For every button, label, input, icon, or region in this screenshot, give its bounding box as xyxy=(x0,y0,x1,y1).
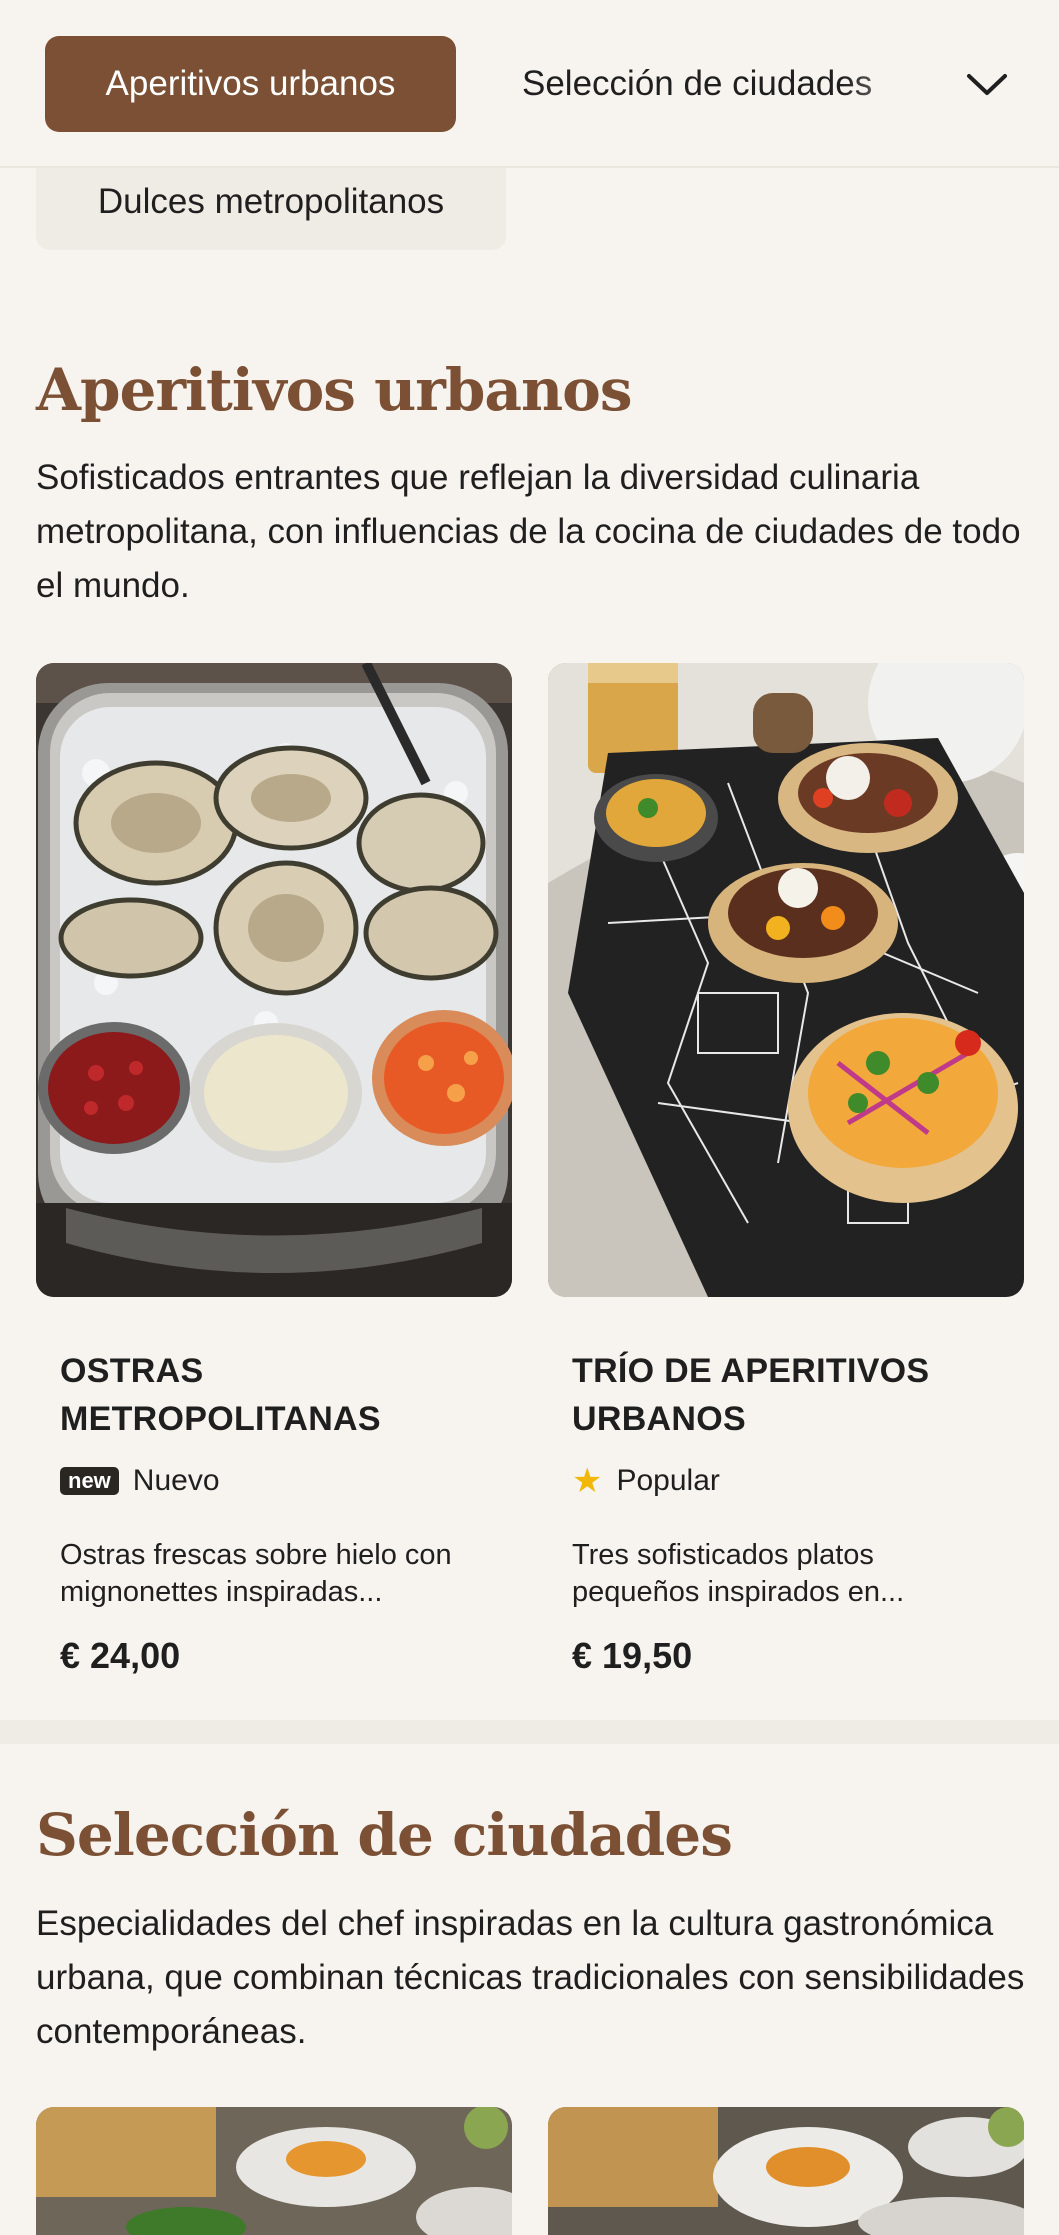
tab-label: Selección de ciudades xyxy=(522,64,873,103)
tab-label: Aperitivos urbanos xyxy=(105,64,396,103)
star-icon: ★ xyxy=(572,1462,603,1500)
menu-item-card[interactable] xyxy=(36,2107,512,2235)
badge-label: Popular xyxy=(616,1464,720,1497)
category-nav: Aperitivos urbanos Selección de ciudades xyxy=(0,0,1059,168)
menu-item-description: Tres sofisticados platos pequeños inspir… xyxy=(572,1539,905,1608)
badge-label: Nuevo xyxy=(132,1464,220,1497)
menu-item-image[interactable] xyxy=(36,2107,512,2235)
menu-item-price: € 24,00 xyxy=(60,1635,181,1676)
menu-item-badge: new Nuevo xyxy=(60,1461,488,1501)
menu-item-card[interactable]: OSTRAS METROPOLITANAS new Nuevo Ostras f… xyxy=(36,663,512,1677)
menu-item-image[interactable] xyxy=(548,2107,1024,2235)
tab-label: Dulces metropolitanos xyxy=(97,182,445,221)
section-title: Aperitivos urbanos xyxy=(36,356,632,424)
menu-item-price: € 19,50 xyxy=(572,1635,693,1676)
section-title: Selección de ciudades xyxy=(36,1801,733,1869)
chevron-down-icon[interactable] xyxy=(962,60,1012,110)
menu-item-image[interactable] xyxy=(36,663,512,1297)
menu-item-card[interactable]: TRÍO DE APERITIVOS URBANOS ★ Popular Tre… xyxy=(548,663,1024,1677)
section-description: Sofisticados entrantes que reflejan la d… xyxy=(36,458,1021,605)
section-divider xyxy=(0,1720,1059,1744)
menu-item-card[interactable] xyxy=(548,2107,1024,2235)
menu-item-description: Ostras frescas sobre hielo con mignonett… xyxy=(60,1539,452,1608)
menu-item-badge: ★ Popular xyxy=(572,1461,1000,1501)
new-tag: new xyxy=(60,1467,119,1495)
tab-seleccion-de-ciudades[interactable]: Selección de ciudades xyxy=(522,36,922,132)
section-description: Especialidades del chef inspiradas en la… xyxy=(36,1904,1025,2051)
menu-item-title: OSTRAS METROPOLITANAS xyxy=(60,1352,381,1438)
menu-item-title: TRÍO DE APERITIVOS URBANOS xyxy=(572,1352,930,1438)
menu-item-image[interactable] xyxy=(548,663,1024,1297)
tab-aperitivos-urbanos[interactable]: Aperitivos urbanos xyxy=(45,36,456,132)
